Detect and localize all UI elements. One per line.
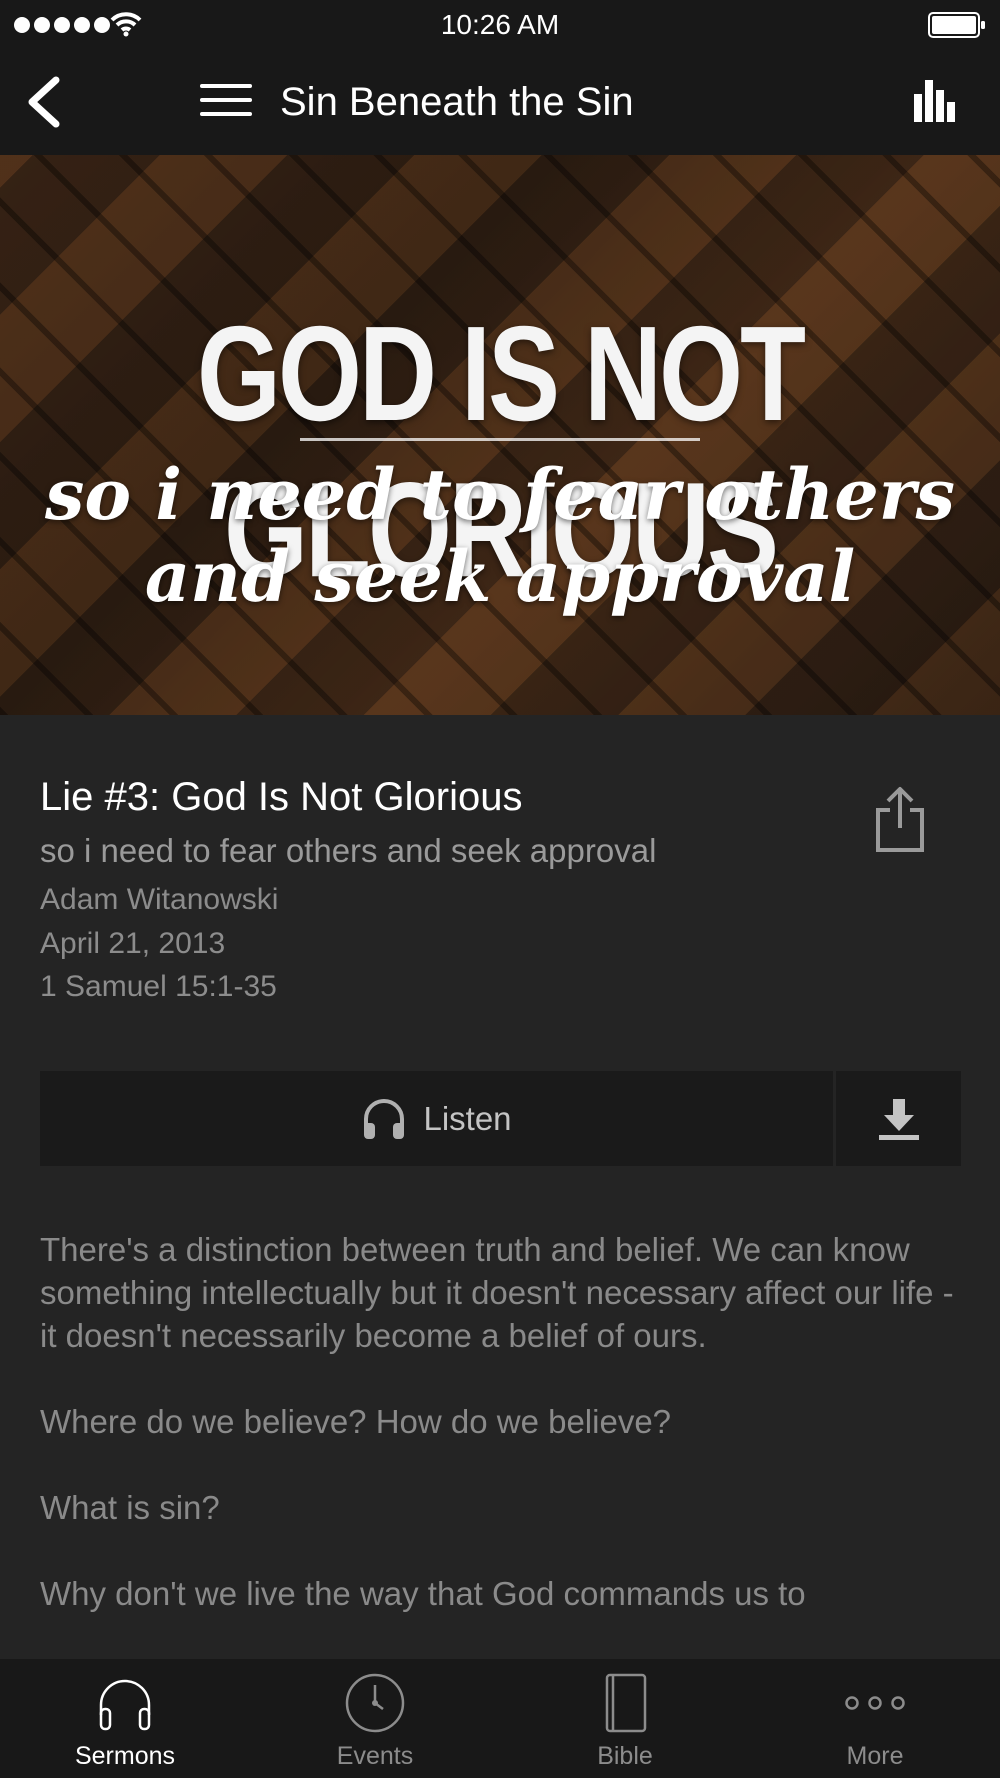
bar-chart-icon[interactable]: [910, 76, 960, 126]
description-paragraph: Where do we believe? How do we believe?: [40, 1403, 672, 1440]
back-button[interactable]: [22, 74, 72, 130]
page-title: Sin Beneath the Sin: [280, 80, 634, 124]
sermon-speaker: Adam Witanowski: [40, 883, 279, 916]
artwork-script-line2: and seek approval: [144, 535, 856, 618]
sermon-subtitle: so i need to fear others and seek approv…: [40, 832, 657, 869]
share-icon[interactable]: [872, 786, 928, 854]
battery-icon: [928, 12, 985, 38]
sermon-artwork: GOD IS NOT GLORIOUS so i need to fear ot…: [0, 155, 1000, 715]
description-paragraph: What is sin?: [40, 1489, 220, 1526]
sermon-date: April 21, 2013: [40, 927, 226, 960]
download-button[interactable]: [836, 1071, 961, 1166]
tab-label: Bible: [597, 1742, 653, 1770]
tab-label: Events: [336, 1742, 414, 1770]
listen-label: Listen: [423, 1099, 512, 1137]
more-dots-icon: [845, 1696, 905, 1710]
sermon-passage: 1 Samuel 15:1-35: [40, 970, 277, 1003]
status-time: 10:26 AM: [440, 9, 560, 40]
tab-sermons[interactable]: Sermons: [0, 1659, 250, 1778]
tab-events[interactable]: Events: [250, 1659, 500, 1778]
chevron-left-icon: [28, 76, 60, 128]
sermon-title: Lie #3: God Is Not Glorious: [40, 775, 523, 819]
artwork-divider: [300, 438, 700, 441]
tab-label: Sermons: [74, 1742, 176, 1770]
description-paragraph: Why don't we live the way that God comma…: [40, 1575, 806, 1612]
tab-bar: Sermons Events Bible More: [0, 1659, 1000, 1778]
listen-button[interactable]: Listen: [40, 1071, 833, 1166]
hamburger-menu-icon[interactable]: [200, 80, 254, 120]
artwork-script-line1: so i need to fear others: [44, 453, 956, 536]
headphones-icon: [99, 1679, 151, 1731]
headphones-icon: [364, 1098, 405, 1139]
description-paragraph: There's a distinction between truth and …: [40, 1231, 954, 1354]
download-icon: [878, 1098, 919, 1140]
sermon-description: There's a distinction between truth and …: [40, 1228, 970, 1658]
tab-more[interactable]: More: [750, 1659, 1000, 1778]
nav-bar: Sin Beneath the Sin: [0, 50, 1000, 155]
tab-bible[interactable]: Bible: [500, 1659, 750, 1778]
status-bar: 10:26 AM: [0, 0, 1000, 50]
tab-label: More: [846, 1742, 904, 1770]
clock-icon: [345, 1673, 405, 1733]
book-icon: [605, 1673, 647, 1733]
